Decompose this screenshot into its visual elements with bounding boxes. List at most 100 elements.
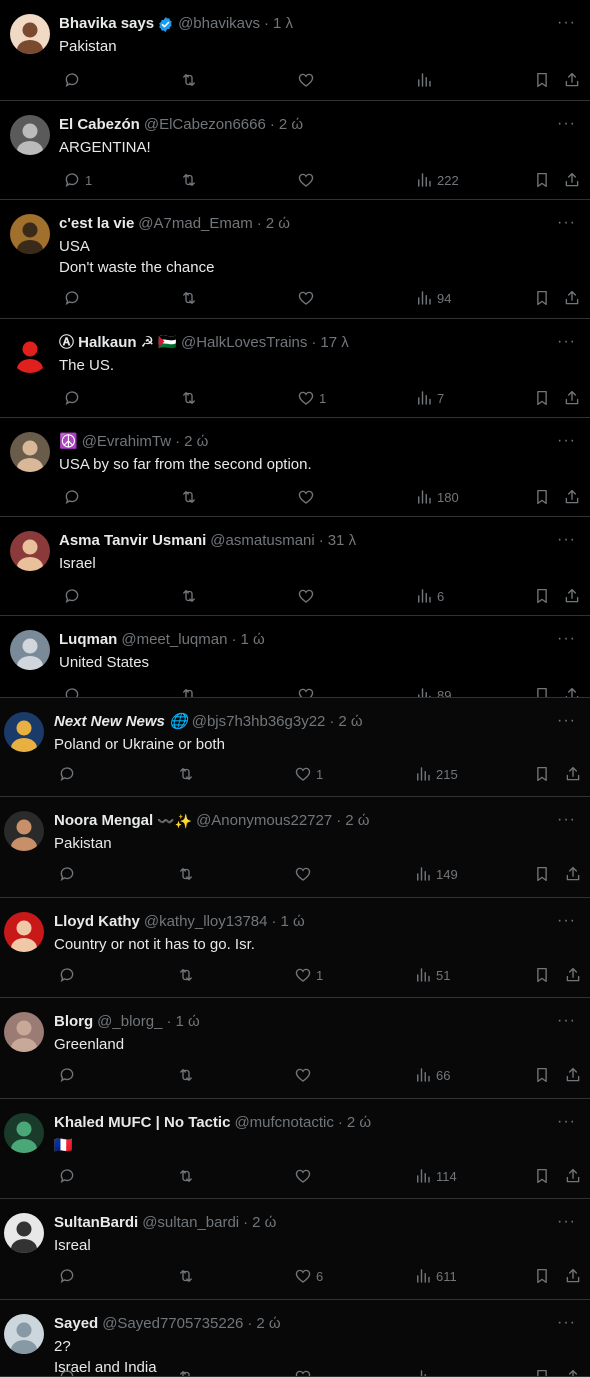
retweet-button[interactable] xyxy=(176,685,198,697)
avatar[interactable] xyxy=(10,630,50,670)
more-options-icon[interactable]: ··· xyxy=(557,1114,576,1130)
bookmark-button[interactable] xyxy=(529,170,551,190)
reply-button[interactable] xyxy=(59,685,81,697)
bookmark-button[interactable] xyxy=(529,70,551,90)
author-name[interactable]: ☮️ xyxy=(59,432,78,452)
bookmark-button[interactable] xyxy=(529,1065,551,1085)
author-handle[interactable]: @A7mad_Emam xyxy=(138,214,252,234)
retweet-button[interactable] xyxy=(176,170,198,190)
reply-button[interactable] xyxy=(59,388,81,408)
avatar[interactable] xyxy=(4,712,44,752)
views-button[interactable]: 51 xyxy=(410,965,450,985)
views-button[interactable]: 6 xyxy=(411,586,444,606)
author-name[interactable]: Bhavika says xyxy=(59,14,154,34)
more-options-icon[interactable]: ··· xyxy=(557,812,576,828)
like-button[interactable] xyxy=(293,288,315,308)
avatar[interactable] xyxy=(10,214,50,254)
like-button[interactable] xyxy=(290,864,312,884)
tweet-reply[interactable]: Blorg @_blorg_ · 1 ώ ··· Greenland 66 xyxy=(0,998,590,1099)
like-button[interactable] xyxy=(293,170,315,190)
share-button[interactable] xyxy=(559,388,581,408)
share-button[interactable] xyxy=(559,586,581,606)
author-handle[interactable]: @bhavikavs xyxy=(178,14,260,34)
timestamp[interactable]: 2 ώ xyxy=(256,1314,280,1334)
retweet-button[interactable] xyxy=(173,864,195,884)
avatar[interactable] xyxy=(4,1113,44,1153)
timestamp[interactable]: 17 λ xyxy=(320,333,348,353)
avatar[interactable] xyxy=(4,912,44,952)
bookmark-button[interactable] xyxy=(529,864,551,884)
views-button[interactable]: 180 xyxy=(411,487,459,507)
author-handle[interactable]: @EvrahimTw xyxy=(82,432,171,452)
views-button[interactable] xyxy=(411,70,433,90)
reply-button[interactable] xyxy=(54,965,76,985)
share-button[interactable] xyxy=(559,288,581,308)
bookmark-button[interactable] xyxy=(529,586,551,606)
timestamp[interactable]: 2 ώ xyxy=(184,432,208,452)
tweet-reply[interactable]: c'est la vie @A7mad_Emam · 2 ώ ··· USA Don't w… xyxy=(0,200,590,319)
author-handle[interactable]: @ElCabezon6666 xyxy=(144,115,266,135)
tweet-reply[interactable]: Sayed @Sayed7705735226 · 2 ώ ··· 2? Israel and… xyxy=(0,1300,590,1377)
author-handle[interactable]: @Anonymous22727 xyxy=(196,811,332,831)
like-button[interactable]: 1 xyxy=(293,388,326,408)
avatar[interactable] xyxy=(10,531,50,571)
author-handle[interactable]: @HalkLovesTrains xyxy=(181,333,307,353)
author-name[interactable]: Blorg xyxy=(54,1012,93,1032)
share-button[interactable] xyxy=(560,864,582,884)
share-button[interactable] xyxy=(559,170,581,190)
retweet-button[interactable] xyxy=(173,1166,195,1186)
bookmark-button[interactable] xyxy=(529,1166,551,1186)
like-button[interactable]: 1 xyxy=(290,764,323,784)
reply-button[interactable] xyxy=(59,487,81,507)
share-button[interactable] xyxy=(560,965,582,985)
author-name[interactable]: Luqman xyxy=(59,630,117,650)
tweet-reply[interactable]: Next New News 🌐 @bjs7h3hb36g3y22 · 2 ώ ··· Po… xyxy=(0,698,590,797)
like-button[interactable] xyxy=(293,70,315,90)
timestamp[interactable]: 2 ώ xyxy=(266,214,290,234)
more-options-icon[interactable]: ··· xyxy=(557,116,576,132)
more-options-icon[interactable]: ··· xyxy=(557,631,576,647)
retweet-button[interactable] xyxy=(173,1065,195,1085)
like-button[interactable] xyxy=(290,1166,312,1186)
views-button[interactable]: 114 xyxy=(410,1166,457,1186)
reply-button[interactable] xyxy=(54,1166,76,1186)
author-name[interactable]: Asma Tanvir Usmani xyxy=(59,531,206,551)
views-button[interactable]: 215 xyxy=(410,764,458,784)
like-button[interactable] xyxy=(293,685,315,697)
more-options-icon[interactable]: ··· xyxy=(557,334,576,350)
author-name[interactable]: Lloyd Kathy xyxy=(54,912,140,932)
tweet-reply[interactable]: Lloyd Kathy @kathy_lloy13784 · 1 ώ ··· Countr… xyxy=(0,898,590,998)
views-button[interactable]: 611 xyxy=(410,1266,457,1286)
reply-button[interactable] xyxy=(54,864,76,884)
share-button[interactable] xyxy=(560,1266,582,1286)
author-handle[interactable]: @asmatusmani xyxy=(210,531,314,551)
share-button[interactable] xyxy=(559,70,581,90)
tweet-reply[interactable]: Noora Mengal 〰️✨ @Anonymous22727 · 2 ώ ··· Pak… xyxy=(0,797,590,898)
like-button[interactable] xyxy=(290,1367,312,1376)
reply-button[interactable] xyxy=(54,764,76,784)
bookmark-button[interactable] xyxy=(529,764,551,784)
author-name[interactable]: Sayed xyxy=(54,1314,98,1334)
avatar[interactable] xyxy=(10,432,50,472)
avatar[interactable] xyxy=(4,811,44,851)
more-options-icon[interactable]: ··· xyxy=(557,1214,576,1230)
author-name[interactable]: Khaled MUFC | No Tactic xyxy=(54,1113,230,1133)
more-options-icon[interactable]: ··· xyxy=(557,215,576,231)
views-button[interactable]: 222 xyxy=(411,170,459,190)
timestamp[interactable]: 2 ώ xyxy=(345,811,369,831)
tweet-reply[interactable]: Bhavika says @bhavikavs · 1 λ ··· Pakistan xyxy=(0,0,590,101)
bookmark-button[interactable] xyxy=(529,1367,551,1376)
more-options-icon[interactable]: ··· xyxy=(557,1315,576,1331)
timestamp[interactable]: 1 ώ xyxy=(175,1012,199,1032)
bookmark-button[interactable] xyxy=(529,388,551,408)
retweet-button[interactable] xyxy=(173,965,195,985)
reply-button[interactable] xyxy=(59,288,81,308)
share-button[interactable] xyxy=(560,1065,582,1085)
avatar[interactable] xyxy=(10,115,50,155)
tweet-reply[interactable]: Ⓐ Halkaun ☭ 🇵🇸 @HalkLovesTrains · 17 λ ··· Th… xyxy=(0,319,590,418)
timestamp[interactable]: 1 ώ xyxy=(280,912,304,932)
more-options-icon[interactable]: ··· xyxy=(557,913,576,929)
author-handle[interactable]: @bjs7h3hb36g3y22 xyxy=(192,712,326,732)
tweet-reply[interactable]: Luqman @meet_luqman · 1 ώ ··· United States 89 xyxy=(0,616,590,698)
retweet-button[interactable] xyxy=(176,586,198,606)
